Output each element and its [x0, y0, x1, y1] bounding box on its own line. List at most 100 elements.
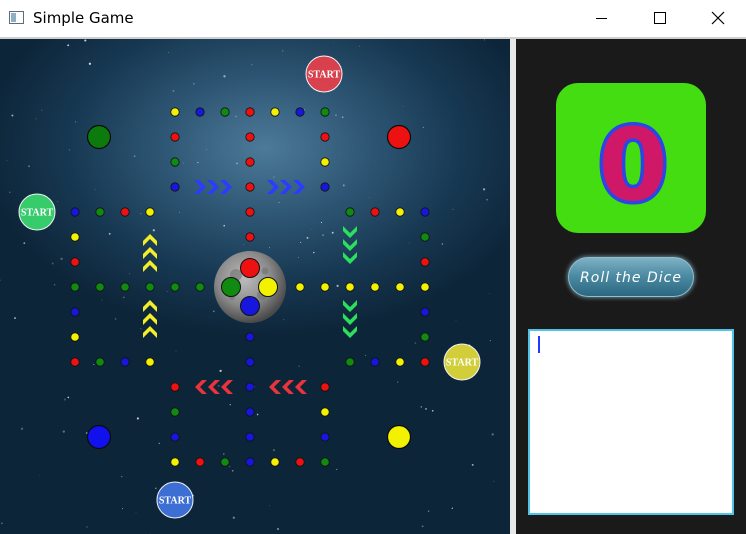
star — [62, 430, 65, 433]
path-dot — [170, 457, 180, 467]
roll-dice-button[interactable]: Roll the Dice — [568, 257, 694, 297]
star — [75, 121, 77, 123]
path-dot — [320, 432, 330, 442]
path-dot — [70, 207, 80, 217]
star — [175, 350, 177, 352]
path-dot — [245, 232, 255, 242]
green-arrow-chevron — [343, 300, 357, 312]
red-arrow-chevron — [282, 380, 294, 394]
path-dot — [70, 332, 80, 342]
yellow-arrow-chevron — [143, 313, 157, 325]
minimize-icon — [596, 18, 607, 19]
star — [114, 318, 117, 320]
star — [342, 184, 345, 187]
start-label: START — [21, 208, 54, 219]
path-dot — [120, 207, 130, 217]
green-center-token — [221, 277, 241, 297]
path-dot — [245, 132, 255, 142]
path-dot — [170, 382, 180, 392]
path-dot — [270, 457, 280, 467]
star — [451, 507, 453, 509]
star — [168, 52, 169, 53]
red-arrow-chevron — [195, 380, 207, 394]
maximize-icon — [654, 12, 666, 24]
star — [251, 64, 253, 66]
star — [166, 291, 168, 292]
star — [67, 396, 70, 399]
blue-home-token — [86, 424, 112, 450]
star — [60, 257, 63, 261]
dice-value-display: 0 — [595, 103, 672, 227]
path-dot — [420, 207, 430, 217]
close-button[interactable] — [688, 0, 746, 37]
path-dot — [245, 182, 255, 192]
star — [193, 83, 195, 85]
path-dot — [420, 282, 430, 292]
path-dot — [170, 182, 180, 192]
star — [483, 188, 486, 191]
path-dot — [320, 107, 330, 117]
star — [427, 510, 430, 512]
path-dot — [345, 282, 355, 292]
path-dot — [170, 432, 180, 442]
path-dot — [195, 107, 205, 117]
path-dot — [170, 157, 180, 167]
path-dot — [420, 232, 430, 242]
star — [122, 296, 125, 299]
star — [300, 241, 302, 243]
game-log-textarea[interactable] — [528, 329, 734, 515]
star — [408, 242, 410, 244]
path-dot — [170, 407, 180, 417]
yellow-arrow-chevron — [143, 326, 157, 338]
path-dot — [245, 207, 255, 217]
path-dot — [245, 457, 255, 467]
star — [20, 427, 24, 430]
yellow-home-token — [386, 424, 412, 450]
star — [39, 474, 40, 476]
path-dot — [220, 457, 230, 467]
path-dot — [345, 357, 355, 367]
star — [441, 243, 444, 245]
star — [493, 480, 495, 482]
red-arrow-chevron — [221, 380, 233, 394]
star — [140, 328, 142, 330]
path-dot — [195, 457, 205, 467]
star — [67, 44, 70, 47]
star — [120, 475, 123, 478]
path-dot — [145, 282, 155, 292]
path-dot — [120, 357, 130, 367]
star — [273, 176, 275, 178]
path-dot — [70, 257, 80, 267]
dice-face: 0 — [556, 83, 706, 233]
path-dot — [320, 382, 330, 392]
window-title: Simple Game — [33, 9, 134, 27]
game-board[interactable]: START START START START — [0, 39, 510, 534]
star — [197, 162, 199, 164]
star — [306, 236, 309, 239]
minimize-button[interactable] — [572, 0, 630, 37]
path-dot — [245, 157, 255, 167]
path-dot — [395, 282, 405, 292]
start-label: START — [308, 70, 341, 81]
star — [231, 469, 234, 472]
path-dot — [320, 132, 330, 142]
path-dot — [95, 357, 105, 367]
star — [243, 243, 245, 245]
star — [0, 279, 1, 281]
yellow-arrow-chevron — [143, 260, 157, 272]
path-dot — [245, 407, 255, 417]
path-dot — [345, 207, 355, 217]
path-dot — [245, 332, 255, 342]
red-center-token — [240, 258, 260, 278]
path-dot — [320, 157, 330, 167]
star — [101, 299, 103, 301]
path-dot — [420, 307, 430, 317]
board-canvas: START START START START — [0, 39, 495, 534]
maximize-button[interactable] — [630, 0, 688, 37]
star — [172, 89, 175, 92]
path-dot — [320, 407, 330, 417]
green-arrow-chevron — [343, 252, 357, 264]
star — [358, 45, 360, 47]
star — [369, 197, 371, 198]
star — [235, 115, 237, 118]
